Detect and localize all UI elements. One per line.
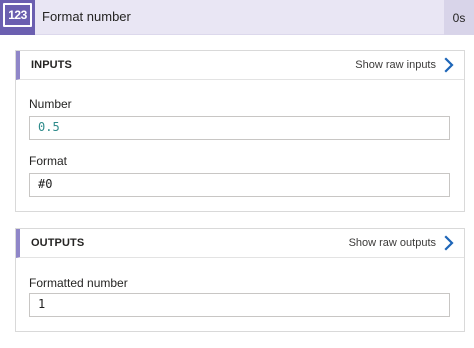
outputs-section: OUTPUTS Show raw outputs Formatted numbe… [15,228,465,332]
inputs-section-header: INPUTS Show raw inputs [16,51,464,80]
show-raw-inputs-label: Show raw inputs [355,59,436,71]
outputs-title: OUTPUTS [31,237,85,249]
chevron-right-icon [444,57,454,73]
formatted-number-label: Formatted number [29,276,128,290]
action-duration: 0s [444,0,474,35]
number-field-label: Number [29,97,72,111]
formatted-number-value[interactable]: 1 [29,293,450,317]
show-raw-inputs-link[interactable]: Show raw inputs [355,57,456,73]
inputs-title: INPUTS [31,59,72,71]
action-icon-tile: 123 [0,0,35,35]
inputs-section: INPUTS Show raw inputs Number 0.5 Format… [15,50,465,212]
run-history-action-card: 123 Format number 0s INPUTS Show raw inp… [0,0,474,348]
action-icon-text: 123 [8,8,27,22]
number-field-value[interactable]: 0.5 [29,116,450,140]
number-format-icon: 123 [3,3,32,27]
show-raw-outputs-label: Show raw outputs [348,237,436,249]
action-header[interactable]: 123 Format number 0s [0,0,474,35]
format-field-value[interactable]: #0 [29,173,450,197]
action-title: Format number [42,9,131,24]
outputs-section-header: OUTPUTS Show raw outputs [16,229,464,258]
show-raw-outputs-link[interactable]: Show raw outputs [349,235,456,251]
chevron-right-icon [444,235,454,251]
format-field-label: Format [29,154,68,168]
